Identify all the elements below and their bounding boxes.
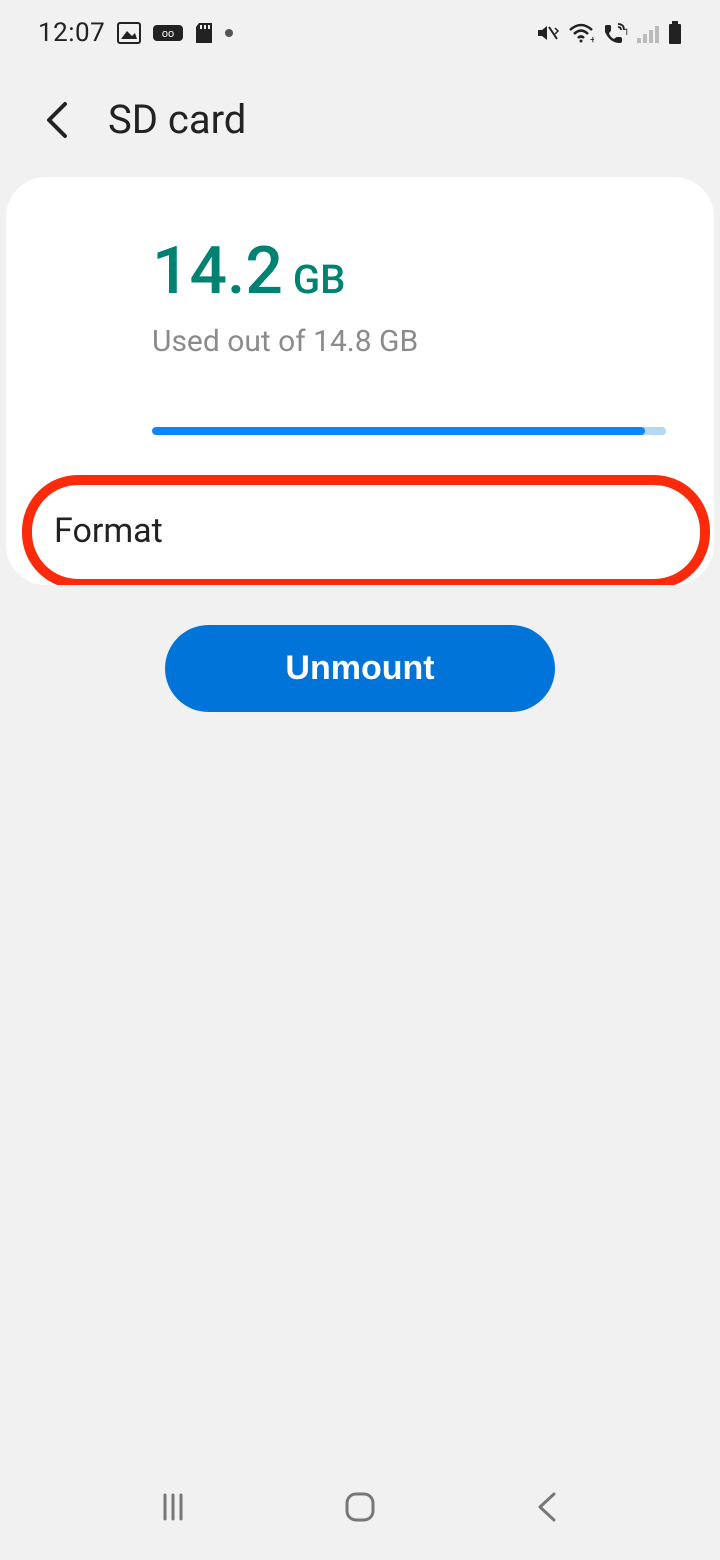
back-button[interactable] (38, 102, 74, 138)
chevron-left-icon (43, 100, 69, 140)
used-subtitle: Used out of 14.8 GB (152, 324, 666, 359)
recents-icon (157, 1491, 189, 1523)
format-row[interactable]: Format (6, 481, 714, 585)
image-icon (117, 22, 141, 44)
format-label: Format (54, 511, 666, 551)
wifi-calling-icon: 1 (602, 22, 628, 44)
storage-section: 14.2 GB Used out of 14.8 GB (6, 177, 714, 395)
home-icon (342, 1489, 378, 1525)
signal-icon (636, 22, 660, 44)
home-button[interactable] (339, 1486, 381, 1528)
storage-progress-fill (152, 427, 645, 435)
status-time: 12:07 (38, 18, 105, 48)
svg-text:+: + (590, 35, 594, 44)
back-nav-button[interactable] (526, 1486, 568, 1528)
status-left: 12:07 oo (38, 18, 233, 48)
mute-vibrate-icon (536, 22, 560, 44)
svg-text:1: 1 (624, 28, 628, 38)
used-value: 14.2 (152, 233, 283, 310)
storage-progress (152, 427, 666, 435)
unmount-button[interactable]: Unmount (165, 625, 554, 712)
svg-text:oo: oo (162, 28, 174, 40)
recents-button[interactable] (152, 1486, 194, 1528)
vpn-icon: oo (153, 22, 183, 44)
system-nav-bar (0, 1480, 720, 1560)
wifi-icon: + (568, 22, 594, 44)
page-title: SD card (108, 96, 246, 143)
page-header: SD card (0, 58, 720, 177)
chevron-left-icon (534, 1490, 560, 1524)
sd-card-icon (195, 22, 213, 44)
used-amount-line: 14.2 GB (152, 233, 666, 310)
battery-icon (668, 21, 682, 45)
storage-card: 14.2 GB Used out of 14.8 GB Format (6, 177, 714, 585)
unmount-container: Unmount (0, 585, 720, 722)
more-notifications-dot (225, 29, 233, 37)
status-right: + 1 (536, 21, 682, 45)
status-bar: 12:07 oo + 1 (0, 0, 720, 58)
used-unit: GB (293, 256, 346, 303)
